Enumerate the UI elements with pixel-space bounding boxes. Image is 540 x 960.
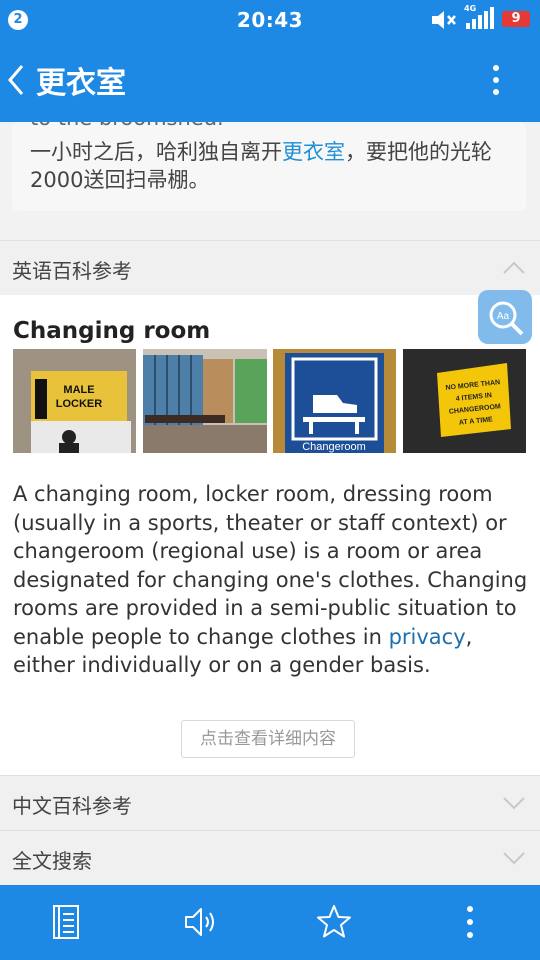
mute-icon [432, 11, 456, 29]
bottom-toolbar [0, 885, 540, 960]
svg-text:Aa: Aa [497, 311, 510, 322]
section-label: 全文搜索 [12, 849, 92, 873]
section-label: 中文百科参考 [12, 794, 132, 818]
image-thumbnail-changeroom-sign[interactable]: Changeroom [273, 349, 396, 453]
app-header: 更衣室 [0, 38, 540, 122]
example-chinese-sentence: 一小时之后，哈利独自离开更衣室，要把他的光轮2000送回扫帚棚。 [30, 138, 516, 194]
back-arrow-icon[interactable] [6, 64, 26, 96]
privacy-link[interactable]: privacy [389, 625, 466, 649]
example-english-cut: to the broomshed. [30, 122, 224, 130]
encyclopedia-definition: A changing room, locker room, dressing r… [13, 480, 529, 680]
chevron-down-icon [503, 797, 525, 810]
image-thumbnail-locker-room[interactable] [143, 349, 267, 453]
chevron-down-icon [503, 852, 525, 865]
section-english-encyclopedia[interactable]: 英语百科参考 [0, 240, 540, 296]
image-thumbnail-items-limit-sign[interactable]: NO MORE THAN 4 ITEMS IN CHANGEROOM AT A … [403, 349, 526, 453]
status-bar: 2 20:43 4G 9 [0, 0, 540, 38]
page-title: 更衣室 [36, 66, 126, 101]
sentence-highlight[interactable]: 更衣室 [282, 140, 345, 164]
section-full-text-search[interactable]: 全文搜索 [0, 830, 540, 886]
section-label: 英语百科参考 [12, 259, 132, 283]
star-icon[interactable] [316, 903, 352, 941]
sentence-before: 一小时之后，哈利独自离开 [30, 140, 282, 164]
thumb-locker-label: LOCKER [56, 398, 103, 410]
view-details-button[interactable]: 点击查看详细内容 [181, 720, 355, 758]
speaker-icon[interactable] [182, 903, 218, 941]
chevron-up-icon [503, 261, 525, 274]
image-thumbnail-male-locker[interactable]: MALE LOCKER [13, 349, 136, 453]
example-sentence-card: to the broomshed. 一小时之后，哈利独自离开更衣室，要把他的光轮… [12, 122, 526, 211]
battery-indicator: 9 [502, 11, 530, 27]
encyclopedia-heading: Changing room [13, 318, 211, 344]
signal-icon [466, 7, 494, 29]
thumb-changeroom-label: Changeroom [302, 441, 366, 453]
lookup-button[interactable]: Aa [478, 290, 532, 344]
thumb-male-label: MALE [63, 384, 94, 396]
magnifier-icon: Aa [489, 301, 524, 336]
more-icon[interactable] [452, 903, 488, 941]
section-chinese-encyclopedia[interactable]: 中文百科参考 [0, 775, 540, 831]
clock: 20:43 [236, 8, 304, 32]
notebook-icon[interactable] [48, 903, 84, 941]
overflow-menu-icon[interactable] [486, 62, 506, 98]
